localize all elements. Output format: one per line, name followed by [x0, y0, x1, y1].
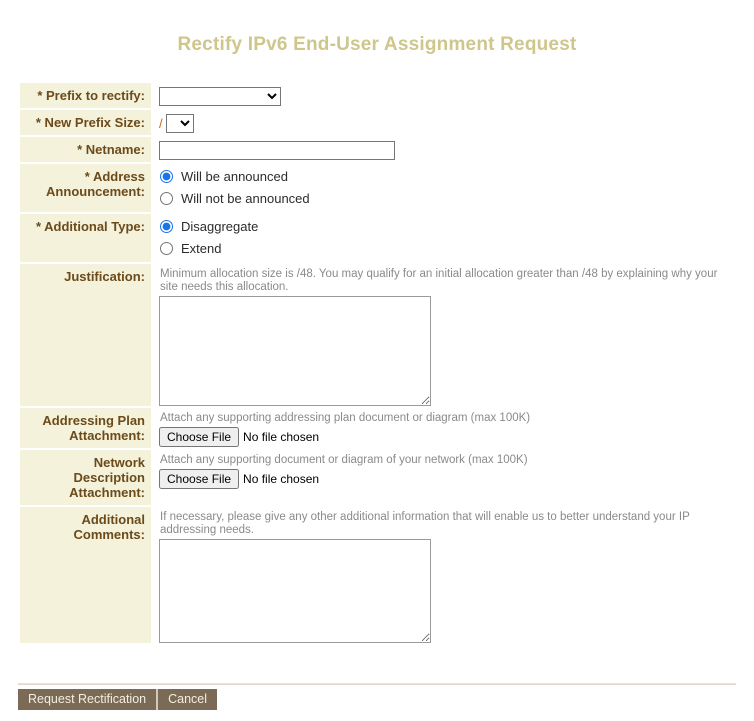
additional-comments-textarea[interactable]	[159, 539, 431, 643]
radio-option-will-be-announced[interactable]: Will be announced	[159, 168, 734, 185]
form-divider	[18, 683, 736, 685]
label-new-prefix-size: * New Prefix Size:	[20, 110, 151, 135]
form-row-new-prefix-size: * New Prefix Size: /	[20, 110, 734, 135]
field-additional-comments: If necessary, please give any other addi…	[151, 507, 734, 643]
netname-input[interactable]	[159, 141, 395, 160]
label-network-description-attachment: Network Description Attachment:	[20, 450, 151, 505]
form-row-additional-comments: Additional Comments: If necessary, pleas…	[20, 507, 734, 643]
form-row-netname: * Netname:	[20, 137, 734, 162]
field-address-announcement: Will be announced Will not be announced	[151, 164, 734, 212]
form-row-addressing-plan-attachment: Addressing Plan Attachment: Attach any s…	[20, 408, 734, 448]
field-network-description-attachment: Attach any supporting document or diagra…	[151, 450, 734, 505]
field-prefix-to-rectify	[151, 83, 734, 108]
justification-help-text: Minimum allocation size is /48. You may …	[160, 268, 718, 293]
new-prefix-size-select[interactable]	[165, 114, 194, 133]
label-netname: * Netname:	[20, 137, 151, 162]
will-be-announced-radio[interactable]	[160, 170, 173, 183]
radio-option-extend[interactable]: Extend	[159, 240, 734, 257]
rectify-request-form: * Prefix to rectify: * New Prefix Size: …	[20, 81, 734, 645]
additional-comments-help-text: If necessary, please give any other addi…	[160, 511, 690, 536]
disaggregate-label[interactable]: Disaggregate	[181, 219, 258, 234]
form-row-additional-type: * Additional Type: Disaggregate Extend	[20, 214, 734, 262]
extend-label[interactable]: Extend	[181, 241, 221, 256]
form-row-justification: Justification: Minimum allocation size i…	[20, 264, 734, 406]
will-not-be-announced-label[interactable]: Will not be announced	[181, 191, 310, 206]
field-justification: Minimum allocation size is /48. You may …	[151, 264, 734, 406]
prefix-to-rectify-select[interactable]	[159, 87, 281, 106]
will-not-be-announced-radio[interactable]	[160, 192, 173, 205]
form-button-bar: Request Rectification Cancel	[18, 689, 218, 710]
field-netname	[151, 137, 734, 162]
page-title: Rectify IPv6 End-User Assignment Request	[177, 34, 577, 55]
will-be-announced-label[interactable]: Will be announced	[181, 169, 288, 184]
prefix-slash-symbol: /	[159, 116, 163, 131]
field-new-prefix-size: /	[151, 110, 734, 135]
network-description-file-wrapper[interactable]	[159, 469, 734, 489]
form-row-address-announcement: * Address Announcement: Will be announce…	[20, 164, 734, 212]
network-description-file-input[interactable]	[159, 469, 386, 489]
extend-radio[interactable]	[160, 242, 173, 255]
justification-textarea[interactable]	[159, 296, 431, 406]
network-description-help-text: Attach any supporting document or diagra…	[160, 454, 528, 466]
radio-option-disaggregate[interactable]: Disaggregate	[159, 218, 734, 235]
label-justification: Justification:	[20, 264, 151, 406]
addressing-plan-file-input[interactable]	[159, 427, 386, 447]
label-additional-type: * Additional Type:	[20, 214, 151, 262]
request-rectification-button[interactable]: Request Rectification	[18, 689, 157, 710]
field-addressing-plan-attachment: Attach any supporting addressing plan do…	[151, 408, 734, 448]
cancel-button[interactable]: Cancel	[158, 689, 218, 710]
label-additional-comments: Additional Comments:	[20, 507, 151, 643]
field-additional-type: Disaggregate Extend	[151, 214, 734, 262]
label-addressing-plan-attachment: Addressing Plan Attachment:	[20, 408, 151, 448]
form-row-network-description-attachment: Network Description Attachment: Attach a…	[20, 450, 734, 505]
label-prefix-to-rectify: * Prefix to rectify:	[20, 83, 151, 108]
addressing-plan-file-wrapper[interactable]	[159, 427, 734, 447]
radio-option-will-not-be-announced[interactable]: Will not be announced	[159, 190, 734, 207]
form-row-prefix-to-rectify: * Prefix to rectify:	[20, 83, 734, 108]
disaggregate-radio[interactable]	[160, 220, 173, 233]
addressing-plan-help-text: Attach any supporting addressing plan do…	[160, 412, 531, 424]
label-address-announcement: * Address Announcement:	[20, 164, 151, 212]
